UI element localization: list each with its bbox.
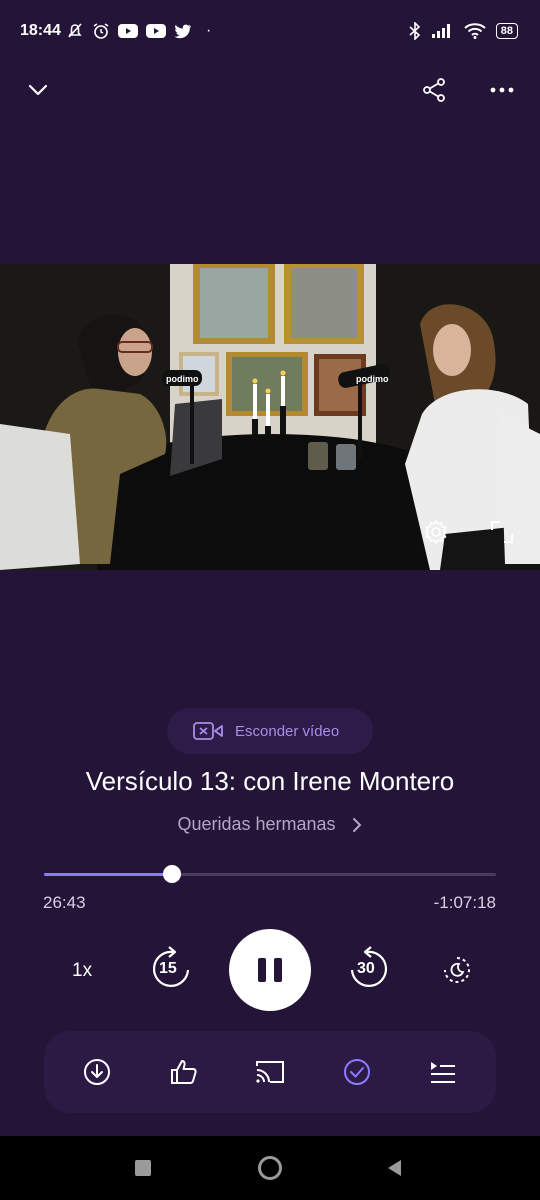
thumbs-up-icon — [171, 1060, 197, 1084]
pause-icon — [258, 958, 282, 982]
recents-button[interactable] — [135, 1160, 151, 1176]
video-player[interactable]: podimo podimo — [0, 264, 540, 570]
like-button[interactable] — [167, 1055, 201, 1089]
bluetooth-icon — [409, 22, 420, 40]
wifi-icon — [464, 23, 486, 39]
video-settings-button[interactable] — [420, 516, 452, 548]
sleep-timer-button[interactable] — [440, 953, 474, 987]
episode-title: Versículo 13: con Irene Montero — [85, 766, 455, 796]
queue-icon — [431, 1062, 455, 1083]
signal-icon — [431, 24, 450, 38]
gear-icon — [425, 520, 447, 544]
youtube-icon-2 — [146, 24, 166, 38]
more-options-button[interactable] — [486, 74, 518, 106]
home-button[interactable] — [258, 1156, 282, 1180]
queue-button[interactable] — [426, 1055, 460, 1089]
download-button[interactable] — [80, 1055, 114, 1089]
collapse-button[interactable] — [22, 74, 54, 106]
cast-icon — [256, 1061, 284, 1083]
check-circle-icon — [344, 1059, 370, 1085]
share-icon — [423, 78, 445, 102]
forward-button[interactable]: 30 — [346, 945, 392, 993]
progress-thumb[interactable] — [162, 865, 181, 883]
rewind-button[interactable]: 15 — [148, 945, 194, 993]
battery-indicator: 88 — [495, 23, 518, 39]
status-dot: · — [206, 22, 212, 39]
cast-button[interactable] — [253, 1055, 287, 1089]
show-link[interactable]: Queridas hermanas — [0, 814, 540, 835]
hide-video-label: Esconder vídeo — [235, 722, 340, 740]
youtube-icon — [118, 24, 138, 38]
progress-fill — [44, 873, 172, 876]
more-horizontal-icon — [490, 87, 514, 93]
video-off-icon — [193, 722, 223, 740]
status-bar: 18:44 · 88 — [0, 0, 540, 64]
status-left-icons: · — [66, 22, 211, 40]
show-name: Queridas hermanas — [177, 814, 336, 834]
elapsed-time: 26:43 — [43, 893, 86, 912]
svg-text:podimo: podimo — [166, 374, 199, 384]
hide-video-button[interactable]: Esconder vídeo — [167, 708, 373, 754]
status-right-icons: 88 — [408, 22, 518, 40]
fullscreen-icon — [491, 521, 513, 543]
remaining-time: -1:07:18 — [433, 893, 496, 912]
svg-text:podimo: podimo — [356, 374, 389, 384]
download-icon — [84, 1059, 110, 1085]
forward-seconds: 30 — [357, 960, 375, 977]
play-pause-button[interactable] — [229, 929, 311, 1011]
status-time: 18:44 — [20, 22, 61, 39]
notifications-off-icon — [68, 23, 82, 38]
fullscreen-button[interactable] — [486, 516, 518, 548]
chevron-right-icon — [352, 818, 361, 833]
share-button[interactable] — [418, 74, 450, 106]
chevron-down-icon — [28, 84, 48, 96]
video-frame: podimo podimo — [0, 264, 540, 570]
mark-played-button[interactable] — [340, 1055, 374, 1089]
twitter-icon — [174, 24, 191, 38]
sleep-timer-icon — [444, 957, 470, 983]
system-navigation-bar — [0, 1136, 540, 1200]
action-bar — [44, 1031, 496, 1113]
back-icon[interactable] — [385, 1158, 403, 1178]
rewind-seconds: 15 — [159, 960, 177, 977]
playback-speed-button[interactable]: 1x — [72, 960, 92, 982]
alarm-icon — [93, 23, 109, 39]
